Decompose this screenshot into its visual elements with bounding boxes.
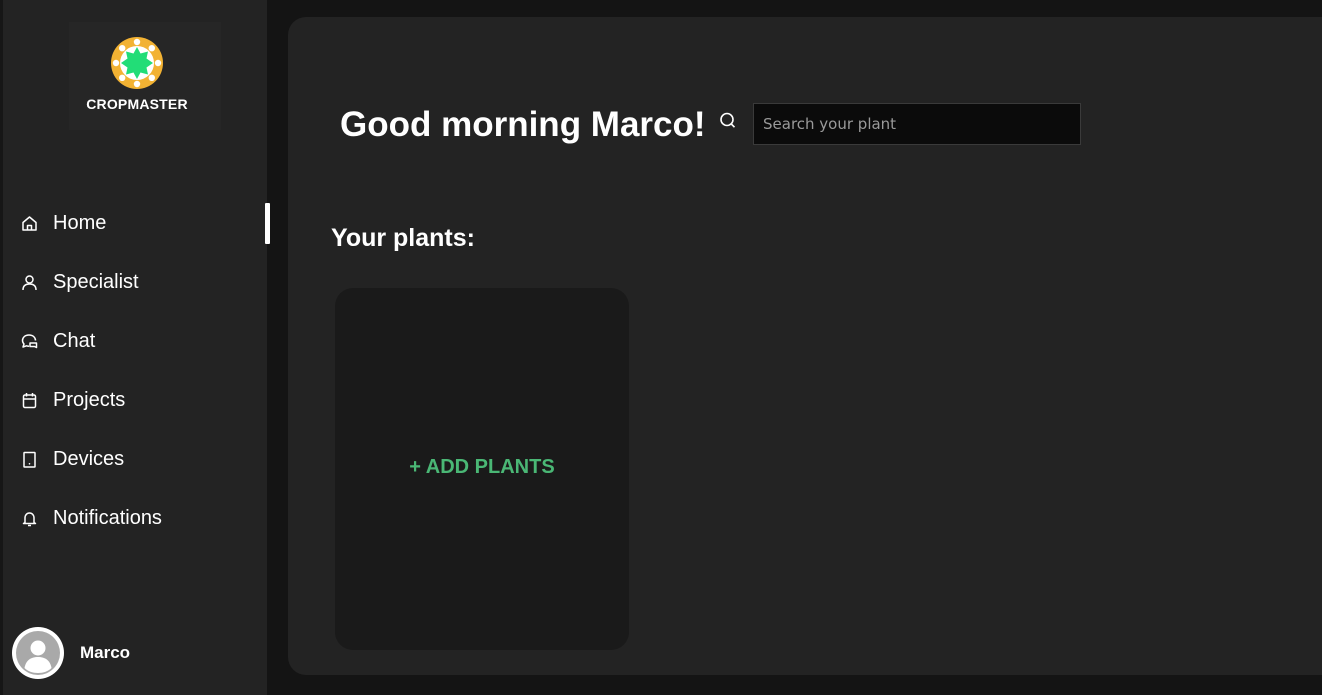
sidebar-item-label: Chat — [53, 330, 96, 352]
sidebar-item-projects[interactable]: Projects — [3, 371, 267, 430]
sun-flower-logo-icon — [111, 37, 163, 89]
brand-name: CROPMASTER — [86, 96, 188, 112]
calendar-icon — [20, 392, 38, 410]
bell-icon — [20, 510, 38, 528]
main-panel: Good morning Marco! Your plants: + ADD P… — [288, 17, 1322, 675]
sidebar-item-label: Home — [53, 212, 107, 234]
tablet-icon — [20, 451, 38, 469]
person-icon — [20, 274, 38, 292]
user-profile[interactable]: Marco — [12, 627, 262, 681]
sidebar-item-home[interactable]: Home — [3, 194, 270, 253]
sidebar-item-label: Specialist — [53, 271, 139, 293]
sidebar-item-notifications[interactable]: Notifications — [3, 489, 267, 548]
sidebar-item-label: Devices — [53, 448, 125, 470]
add-plants-card[interactable]: + ADD PLANTS — [335, 288, 629, 650]
brand-logo-box[interactable]: CROPMASTER — [69, 22, 221, 130]
user-name: Marco — [80, 643, 131, 662]
sidebar-item-specialist[interactable]: Specialist — [3, 253, 267, 312]
app-window: CROPMASTER Home Specialist Chat Projects… — [0, 0, 1322, 695]
sidebar-item-devices[interactable]: Devices — [3, 430, 267, 489]
page-title: Good morning Marco! — [340, 105, 706, 144]
add-plants-button[interactable]: + ADD PLANTS — [335, 456, 629, 479]
sidebar-item-chat[interactable]: Chat — [3, 312, 267, 371]
user-avatar-icon — [12, 627, 64, 679]
sidebar-item-label: Projects — [53, 389, 126, 411]
sidebar-item-label: Notifications — [53, 507, 162, 529]
chat-icon — [20, 333, 38, 351]
active-indicator — [265, 203, 270, 244]
sidebar: CROPMASTER Home Specialist Chat Projects… — [0, 0, 270, 695]
search-input[interactable] — [753, 103, 1081, 145]
search-icon[interactable] — [718, 111, 738, 131]
section-title-your-plants: Your plants: — [331, 224, 475, 252]
sidebar-nav: Home Specialist Chat Projects Devices No… — [3, 194, 270, 548]
home-icon — [20, 215, 38, 233]
